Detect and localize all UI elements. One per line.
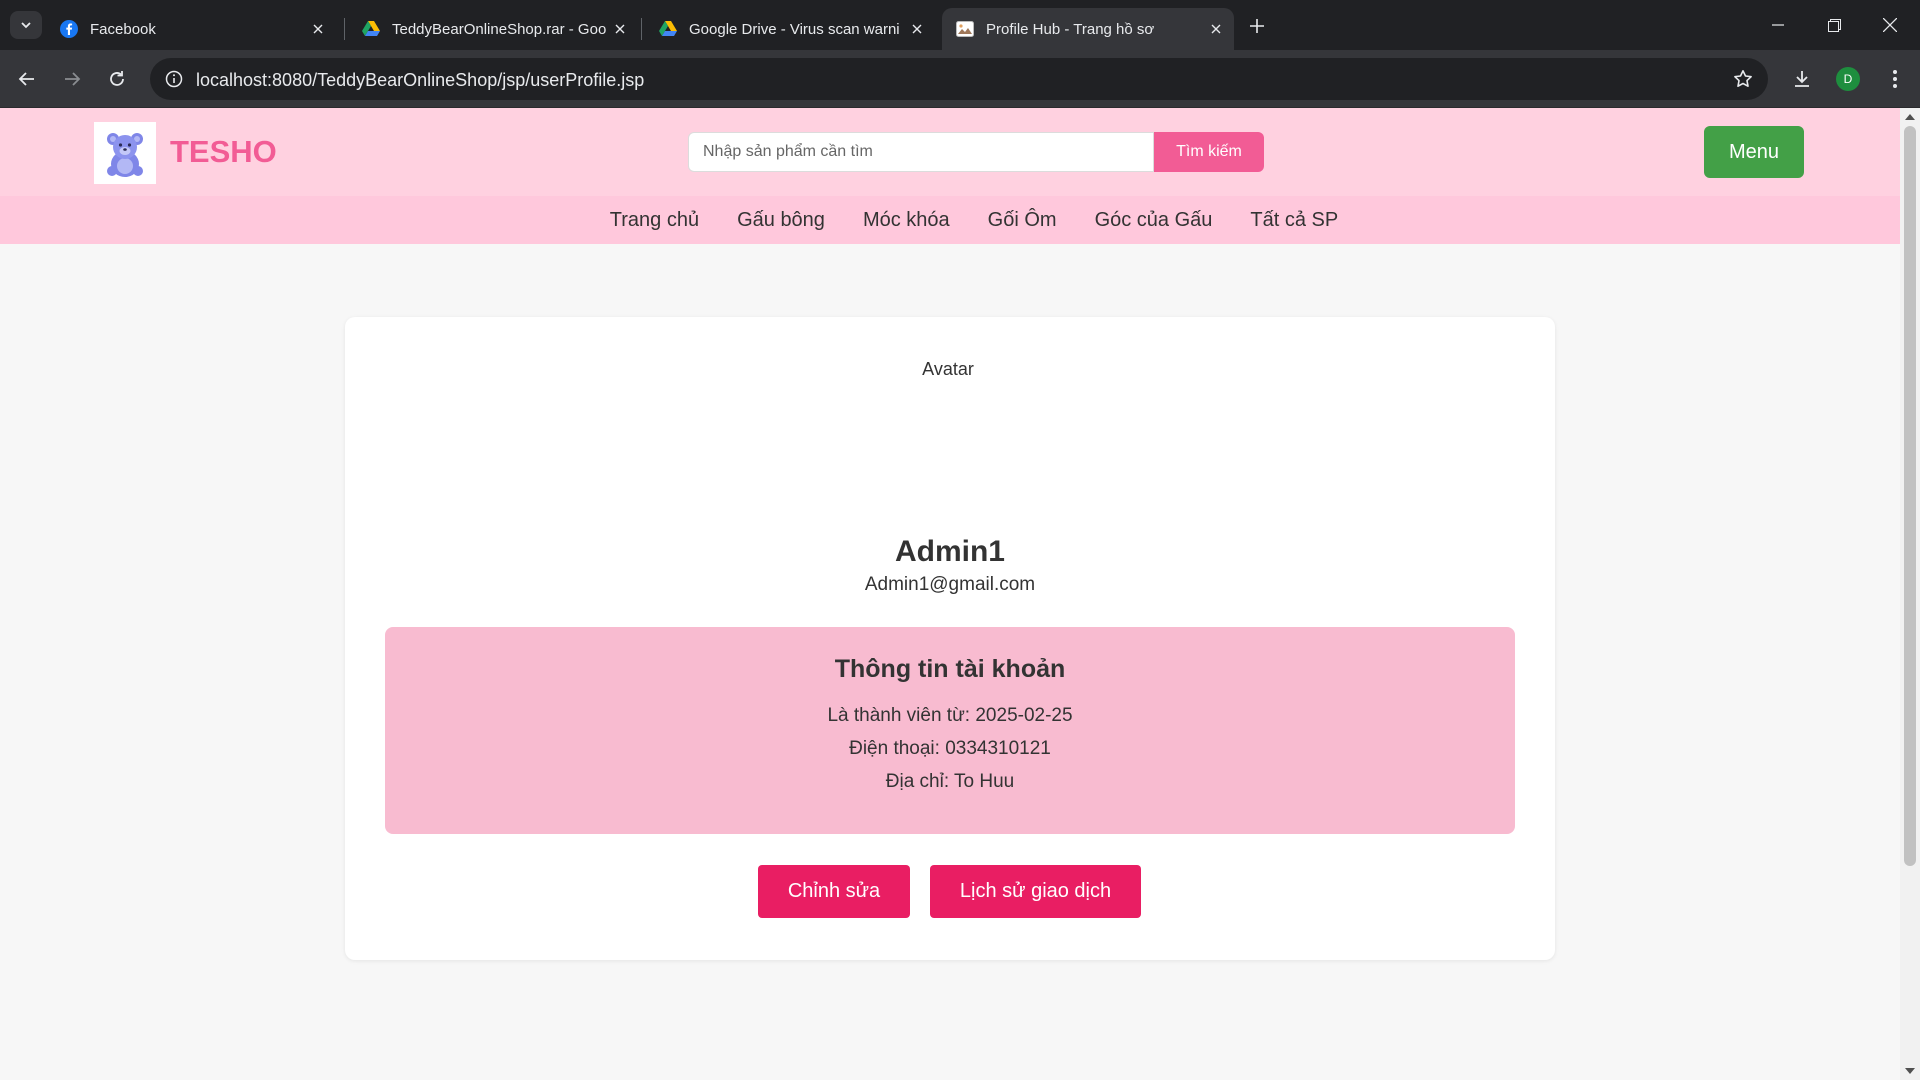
tab-title: Google Drive - Virus scan warni [689, 20, 900, 38]
arrow-right-icon [65, 72, 81, 86]
download-icon [1795, 71, 1809, 87]
nav-link-keychains[interactable]: Móc khóa [863, 209, 950, 232]
brand-logo-text[interactable]: TESHO [170, 134, 277, 170]
avatar-alt-text: Avatar [922, 359, 974, 379]
edit-profile-button[interactable]: Chỉnh sửa [758, 865, 910, 918]
site-header: TESHO Tìm kiếm Menu [0, 108, 1900, 196]
close-icon [1883, 18, 1897, 32]
browser-tab-drive-rar[interactable]: TeddyBearOnlineShop.rar - Goo [348, 8, 638, 50]
page-viewport: TESHO Tìm kiếm Menu Trang chủ Gấu bông M… [0, 108, 1900, 1080]
main-navigation: Trang chủ Gấu bông Móc khóa Gối Ôm Góc c… [0, 196, 1900, 244]
member-since-text: Là thành viên từ: 2025-02-25 [827, 705, 1073, 726]
downloads-button[interactable] [1786, 63, 1818, 95]
reload-icon [110, 71, 124, 86]
minimize-icon [1772, 24, 1784, 26]
google-drive-icon [659, 20, 677, 38]
close-tab-icon[interactable] [304, 15, 332, 43]
browser-tab-facebook[interactable]: Facebook [46, 8, 336, 50]
nav-link-bear-corner[interactable]: Góc của Gấu [1095, 209, 1213, 232]
tab-divider [344, 18, 345, 40]
chevron-down-icon [21, 22, 31, 29]
more-vert-icon [1893, 70, 1897, 88]
nav-link-home[interactable]: Trang chủ [610, 209, 699, 232]
browser-toolbar: localhost:8080/TeddyBearOnlineShop/jsp/u… [0, 50, 1920, 108]
google-drive-icon [362, 20, 380, 38]
account-info-title: Thông tin tài khoản [834, 655, 1066, 683]
back-button[interactable] [11, 63, 43, 95]
page-scrollbar[interactable] [1900, 108, 1920, 1080]
bookmark-star-icon[interactable] [1728, 64, 1758, 94]
close-tab-icon[interactable] [903, 15, 931, 43]
tab-divider [641, 18, 642, 40]
close-window-button[interactable] [1862, 0, 1918, 50]
new-tab-button[interactable] [1242, 11, 1272, 41]
browser-tab-drive-virus-scan[interactable]: Google Drive - Virus scan warni [645, 8, 935, 50]
scroll-up-arrow-icon[interactable] [1905, 112, 1915, 122]
user-name: Admin1 [894, 535, 1005, 568]
facebook-icon [60, 20, 78, 38]
forward-button[interactable] [56, 63, 88, 95]
profile-avatar[interactable]: D [1836, 67, 1860, 91]
teddy-bear-logo-icon[interactable] [94, 122, 156, 184]
scrollbar-thumb[interactable] [1904, 126, 1916, 866]
tab-title: TeddyBearOnlineShop.rar - Goo [392, 20, 606, 38]
close-tab-icon[interactable] [606, 15, 634, 43]
restore-icon [1827, 18, 1841, 32]
arrow-left-icon [18, 72, 34, 86]
phone-text: Điện thoại: 0334310121 [849, 738, 1051, 759]
minimize-button[interactable] [1750, 0, 1806, 50]
nav-link-all-products[interactable]: Tất cả SP [1250, 209, 1338, 232]
address-text: Địa chỉ: To Huu [885, 771, 1015, 792]
plus-icon [1250, 19, 1264, 33]
nav-link-teddy-bears[interactable]: Gấu bông [737, 209, 825, 232]
browser-tab-profile-hub[interactable]: Profile Hub - Trang hồ sơ [942, 8, 1234, 50]
reload-button[interactable] [101, 63, 133, 95]
account-info-panel: Thông tin tài khoản Là thành viên từ: 20… [385, 627, 1515, 834]
profile-card: Avatar Admin1 Admin1@gmail.com Thông tin… [345, 317, 1555, 960]
site-info-icon[interactable] [160, 65, 188, 93]
transaction-history-button[interactable]: Lịch sử giao dịch [930, 865, 1141, 918]
url-text[interactable]: localhost:8080/TeddyBearOnlineShop/jsp/u… [196, 70, 644, 91]
search-button[interactable]: Tìm kiếm [1154, 132, 1264, 172]
browser-menu-button[interactable] [1880, 63, 1910, 95]
user-email: Admin1@gmail.com [864, 574, 1036, 595]
browser-tab-strip: Facebook TeddyBearOnlineShop.rar - Goo G… [0, 0, 1920, 50]
avatar: Avatar [868, 359, 1028, 489]
menu-button[interactable]: Menu [1704, 126, 1804, 178]
restore-button[interactable] [1806, 0, 1862, 50]
address-bar[interactable]: localhost:8080/TeddyBearOnlineShop/jsp/u… [150, 58, 1768, 100]
tab-title: Profile Hub - Trang hồ sơ [986, 20, 1155, 38]
scroll-down-arrow-icon[interactable] [1905, 1066, 1915, 1076]
page-favicon-icon [956, 20, 974, 38]
tab-search-button[interactable] [10, 11, 42, 39]
close-tab-icon[interactable] [1202, 15, 1230, 43]
product-search-input[interactable] [688, 132, 1154, 172]
nav-link-pillows[interactable]: Gối Ôm [988, 209, 1057, 232]
tab-title: Facebook [90, 20, 156, 38]
